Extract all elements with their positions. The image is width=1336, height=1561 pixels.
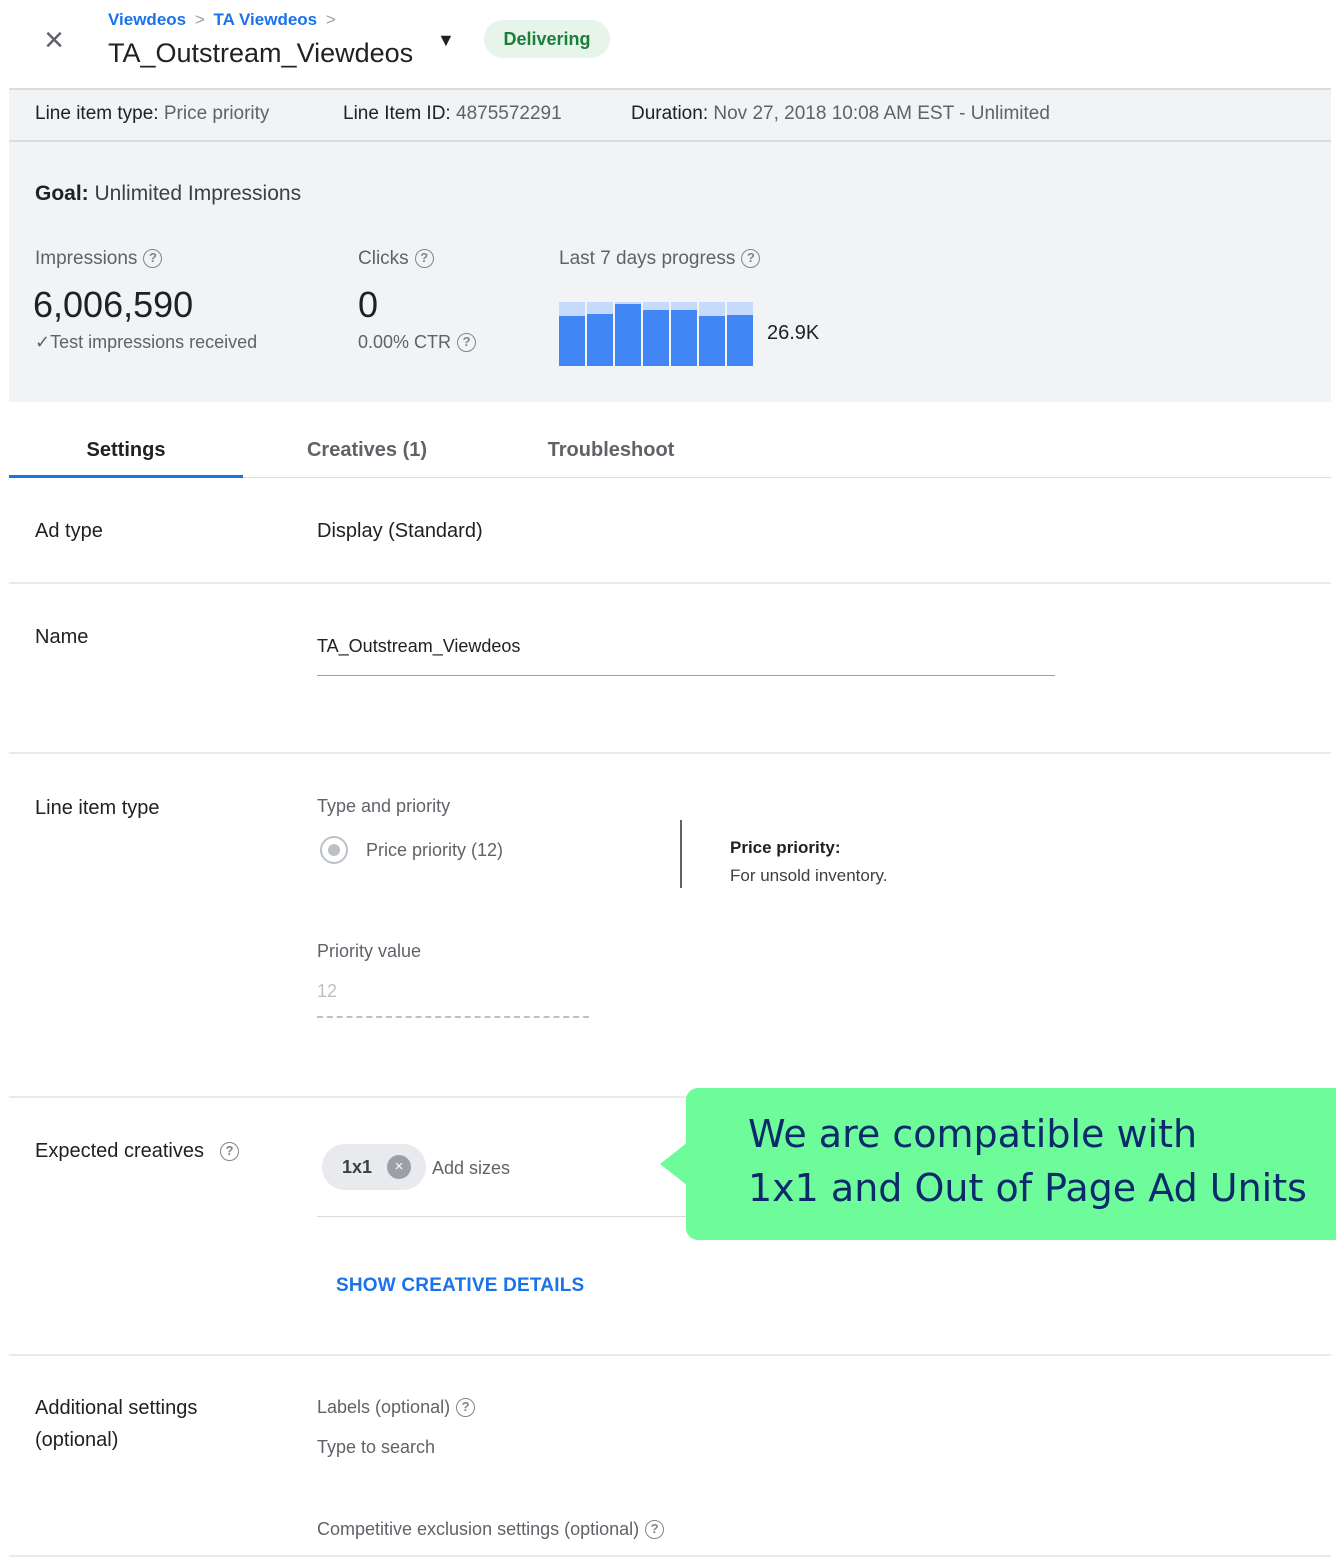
breadcrumb-item-ta-viewdeos[interactable]: TA Viewdeos [214,10,318,29]
help-circle-icon[interactable]: ? [457,333,477,352]
name-label: Name [35,626,89,648]
line-item-type-label: Line item type [35,797,160,819]
stats-panel: Goal: Unlimited Impressions Impressions?… [9,142,1331,402]
size-chip: 1x1 × [322,1144,426,1190]
callout-pointer [660,1142,688,1186]
progress-total: 26.9K [767,322,820,344]
help-circle-icon[interactable]: ? [414,249,434,268]
ad-type-label: Ad type [35,520,103,542]
remove-chip-icon[interactable]: × [387,1155,411,1179]
progress-bar [643,310,669,366]
progress-bar [559,316,585,366]
show-creative-details-button[interactable]: SHOW CREATIVE DETAILS [336,1275,584,1297]
priority-desc-text: For unsold inventory. [730,866,888,885]
section-divider [9,752,1331,754]
competitive-exclusion-label: Competitive exclusion settings (optional… [317,1519,665,1540]
section-divider [9,1555,1331,1557]
impressions-label: Impressions? [35,248,163,270]
ad-type-value: Display (Standard) [317,520,483,542]
size-chip-label: 1x1 [342,1157,373,1177]
priority-desc-title: Price priority: [730,838,841,857]
tab-bar: Settings Creatives (1) Troubleshoot [9,420,1331,478]
help-circle-icon[interactable]: ? [456,1398,476,1417]
priority-value-input[interactable]: 12 [317,981,337,1002]
goal: Goal: Unlimited Impressions [35,182,302,205]
progress-bar [727,315,753,366]
impressions-sub: ✓Test impressions received [35,332,258,352]
add-sizes-input[interactable]: Add sizes [432,1158,510,1179]
additional-settings-label: Additional settings [35,1397,198,1419]
breadcrumb: Viewdeos > TA Viewdeos > [108,10,340,30]
page-title: TA_Outstream_Viewdeos [108,38,414,68]
clicks-value: 0 [358,284,379,325]
progress-bar [587,314,613,366]
tab-settings[interactable]: Settings [9,420,243,478]
tab-troubleshoot[interactable]: Troubleshoot [503,420,719,478]
vertical-divider [680,820,682,888]
priority-value-underline [317,1016,589,1018]
price-priority-radio[interactable] [320,836,348,864]
clicks-label: Clicks? [358,248,434,270]
caret-down-icon[interactable]: ▼ [437,30,455,51]
callout-line-2: 1x1 and Out of Page Ad Units [748,1166,1307,1210]
progress-bar [671,310,697,366]
section-divider [9,1354,1331,1356]
duration-info: Duration: Nov 27, 2018 10:08 AM EST - Un… [631,103,1050,124]
tab-creatives[interactable]: Creatives (1) [259,420,475,478]
labels-search-input[interactable]: Type to search [317,1437,435,1458]
breadcrumb-item-viewdeos[interactable]: Viewdeos [108,10,186,29]
additional-settings-optional: (optional) [35,1429,119,1451]
price-priority-radio-label: Price priority (12) [366,840,504,860]
name-input[interactable]: TA_Outstream_Viewdeos [317,636,1055,676]
help-circle-icon[interactable]: ? [741,249,761,268]
progress-bar [699,316,725,366]
line-item-id-info: Line Item ID: 4875572291 [343,103,562,124]
help-circle-icon[interactable]: ? [645,1520,665,1539]
progress-label: Last 7 days progress? [559,248,761,270]
help-circle-icon[interactable]: ? [143,249,163,268]
labels-label: Labels (optional)? [317,1397,476,1418]
priority-value-label: Priority value [317,941,422,961]
line-item-info-bar: Line item type: Price priority Line Item… [9,88,1331,142]
line-item-type-info: Line item type: Price priority [35,103,270,124]
breadcrumb-separator: > [194,10,205,29]
breadcrumb-separator: > [325,10,336,29]
progress-bar [615,304,641,366]
help-circle-icon[interactable]: ? [219,1142,239,1161]
type-priority-label: Type and priority [317,796,451,816]
callout-line-1: We are compatible with [748,1112,1198,1156]
expected-creatives-label: Expected creatives? [35,1140,239,1163]
impressions-value: 6,006,590 [33,284,194,325]
status-badge: Delivering [484,20,610,58]
section-divider [9,582,1331,584]
callout-bubble: We are compatible with 1x1 and Out of Pa… [686,1088,1336,1240]
sizes-underline [317,1216,717,1217]
ctr-value: 0.00% CTR? [358,332,477,353]
progress-sparkline [559,302,753,366]
close-icon[interactable]: × [36,22,72,58]
